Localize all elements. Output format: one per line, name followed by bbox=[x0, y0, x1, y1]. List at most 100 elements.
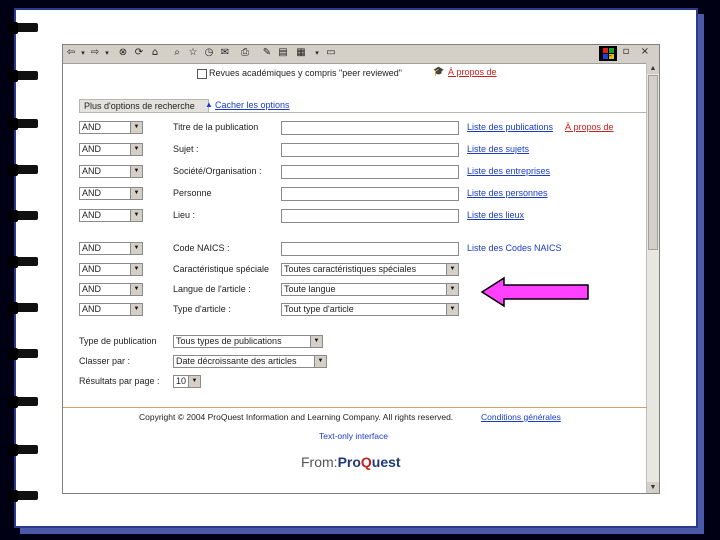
tab-more-options[interactable]: Plus d'options de recherche bbox=[79, 99, 209, 113]
field-label: Langue de l'article : bbox=[173, 284, 251, 294]
dropdown-arrow-icon[interactable]: ▼ bbox=[446, 264, 458, 275]
dropdown-arrow-icon[interactable]: ▼ bbox=[130, 210, 142, 221]
binder-ring bbox=[8, 348, 38, 360]
discuss-icon[interactable]: ▤ bbox=[277, 47, 289, 59]
list-link[interactable]: Liste des lieux bbox=[467, 210, 524, 220]
dropdown-arrow-icon[interactable]: ▼ bbox=[446, 304, 458, 315]
forward-icon[interactable]: ⇨ bbox=[89, 47, 101, 59]
option-select-value: Tous types de publications bbox=[176, 336, 282, 346]
criteria-select-value: Tout type d'article bbox=[284, 304, 354, 314]
dropdown-arrow-icon[interactable]: ▼ bbox=[130, 284, 142, 295]
binder-ring bbox=[8, 210, 38, 222]
dropdown-arrow-icon[interactable]: ▼ bbox=[446, 284, 458, 295]
dropdown-arrow-icon[interactable]: ▼ bbox=[130, 264, 142, 275]
field-label: Titre de la publication bbox=[173, 122, 259, 132]
field-label: Personne bbox=[173, 188, 212, 198]
favorites-icon[interactable]: ☆ bbox=[187, 47, 199, 59]
back-icon[interactable]: ⇦ bbox=[65, 47, 77, 59]
field-label: Société/Organisation : bbox=[173, 166, 262, 176]
criteria-select[interactable]: Tout type d'article ▼ bbox=[281, 303, 459, 316]
field-label: Type de publication bbox=[79, 336, 157, 346]
home-icon[interactable]: ⌂ bbox=[149, 47, 161, 59]
search-field-input[interactable] bbox=[281, 121, 459, 135]
peer-reviewed-label: Revues académiques y compris "peer revie… bbox=[209, 68, 402, 78]
dropdown-arrow-icon[interactable]: ▼ bbox=[130, 144, 142, 155]
scroll-down-arrow-icon[interactable]: ▼ bbox=[647, 482, 659, 493]
boolean-operator-select[interactable]: AND ▼ bbox=[79, 143, 143, 156]
boolean-operator-select-value: AND bbox=[82, 304, 102, 314]
boolean-operator-select[interactable]: AND ▼ bbox=[79, 187, 143, 200]
logo-pro: Pro bbox=[337, 454, 361, 470]
browser-toolbar: ⇦ ▾ ⇨ ▾ ⊗ ⟳ ⌂ ⌕ ☆ ◷ ✉ ⎙ ✎ ▤ ▦ ▾ ▭ _ ▫ × bbox=[63, 45, 659, 64]
dropdown-arrow-icon[interactable]: ▼ bbox=[130, 166, 142, 177]
dropdown-arrow-icon[interactable]: ▼ bbox=[130, 188, 142, 199]
window-buttons[interactable]: _ ▫ × bbox=[606, 46, 653, 57]
vertical-scrollbar[interactable]: ▲ ▼ bbox=[646, 63, 659, 493]
criteria-select[interactable]: Toutes caractéristiques spéciales ▼ bbox=[281, 263, 459, 276]
list-link[interactable]: Liste des sujets bbox=[467, 144, 529, 154]
dropdown-arrow-icon[interactable]: ▼ bbox=[310, 336, 322, 347]
dropdown-arrow-icon[interactable]: ▾ bbox=[101, 47, 113, 59]
dropdown-arrow-icon[interactable]: ▼ bbox=[314, 356, 326, 367]
refresh-icon[interactable]: ⟳ bbox=[133, 47, 145, 59]
criteria-select-value: Toute langue bbox=[284, 284, 336, 294]
criteria-select[interactable]: Toute langue ▼ bbox=[281, 283, 459, 296]
about-link[interactable]: À propos de bbox=[565, 122, 614, 132]
ring-hole bbox=[8, 70, 18, 82]
stop-icon[interactable]: ⊗ bbox=[117, 47, 129, 59]
dropdown-arrow-icon[interactable]: ▼ bbox=[130, 243, 142, 254]
dropdown-arrow-icon[interactable]: ▾ bbox=[77, 47, 89, 59]
boolean-operator-select[interactable]: AND ▼ bbox=[79, 121, 143, 134]
left-arrow-icon bbox=[480, 276, 589, 308]
list-link[interactable]: Liste des entreprises bbox=[467, 166, 550, 176]
ring-hole bbox=[8, 348, 18, 360]
search-field-input[interactable] bbox=[281, 143, 459, 157]
dropdown-arrow-icon[interactable]: ▼ bbox=[188, 376, 200, 387]
logo-from: From: bbox=[301, 454, 338, 470]
options-divider bbox=[79, 112, 647, 113]
terms-link[interactable]: Conditions générales bbox=[481, 412, 561, 422]
scroll-up-arrow-icon[interactable]: ▲ bbox=[647, 63, 659, 74]
boolean-operator-select[interactable]: AND ▼ bbox=[79, 242, 143, 255]
ring-hole bbox=[8, 490, 18, 502]
search-icon[interactable]: ⌕ bbox=[171, 47, 183, 59]
print-icon[interactable]: ⎙ bbox=[239, 47, 251, 59]
mail-icon[interactable]: ✉ bbox=[219, 47, 231, 59]
search-field-input[interactable] bbox=[281, 209, 459, 223]
field-label: Caractéristique spéciale bbox=[173, 264, 270, 274]
search-field-input[interactable] bbox=[281, 165, 459, 179]
binder-ring bbox=[8, 490, 38, 502]
option-select[interactable]: Date décroissante des articles ▼ bbox=[173, 355, 327, 368]
field-label: Lieu : bbox=[173, 210, 196, 220]
footer-divider bbox=[63, 407, 647, 408]
edit-icon[interactable]: ✎ bbox=[261, 47, 273, 59]
history-icon[interactable]: ◷ bbox=[203, 47, 215, 59]
list-link[interactable]: Liste des personnes bbox=[467, 188, 548, 198]
caret-up-icon: ▲ bbox=[205, 100, 213, 109]
about-link[interactable]: À propos de bbox=[448, 67, 497, 77]
dropdown-arrow-icon[interactable]: ▼ bbox=[130, 304, 142, 315]
boolean-operator-select[interactable]: AND ▼ bbox=[79, 263, 143, 276]
messenger-icon[interactable]: ▦ bbox=[295, 47, 307, 59]
page-icon[interactable]: ▭ bbox=[325, 47, 337, 59]
boolean-operator-select[interactable]: AND ▼ bbox=[79, 165, 143, 178]
binder-ring bbox=[8, 70, 38, 82]
hide-options-link[interactable]: Cacher les options bbox=[215, 100, 290, 110]
dropdown-arrow-icon[interactable]: ▼ bbox=[130, 122, 142, 133]
field-label: Classer par : bbox=[79, 356, 131, 366]
scroll-thumb[interactable] bbox=[648, 75, 658, 250]
search-field-input[interactable] bbox=[281, 187, 459, 201]
option-select[interactable]: Tous types de publications ▼ bbox=[173, 335, 323, 348]
boolean-operator-select[interactable]: AND ▼ bbox=[79, 209, 143, 222]
boolean-operator-select[interactable]: AND ▼ bbox=[79, 283, 143, 296]
text-only-link[interactable]: Text-only interface bbox=[319, 431, 388, 441]
boolean-operator-select[interactable]: AND ▼ bbox=[79, 303, 143, 316]
peer-reviewed-checkbox[interactable] bbox=[197, 69, 207, 79]
list-link[interactable]: Liste des publications bbox=[467, 122, 553, 132]
binder-ring bbox=[8, 302, 38, 314]
field-label: Type d'article : bbox=[173, 304, 231, 314]
option-select[interactable]: 10 ▼ bbox=[173, 375, 201, 388]
naics-code-input[interactable] bbox=[281, 242, 459, 256]
list-link[interactable]: Liste des Codes NAICS bbox=[467, 243, 562, 253]
dropdown-arrow-icon[interactable]: ▾ bbox=[311, 47, 323, 59]
